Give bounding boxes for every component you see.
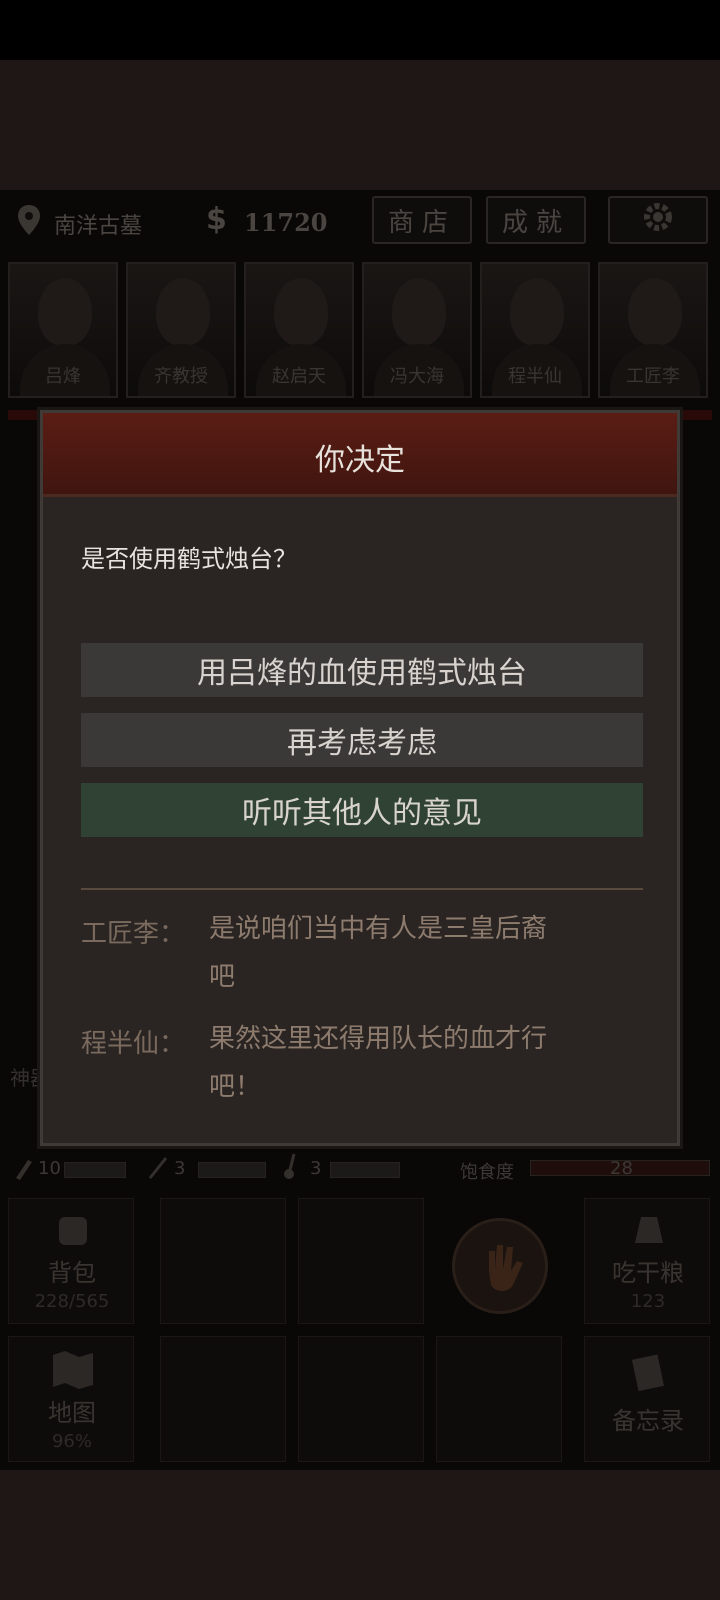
party-member-name: 齐教授 [154, 366, 208, 387]
backpack-label: 背包 [48, 1259, 96, 1287]
money-symbol: $ [206, 202, 227, 237]
map-percent: 96% [51, 1431, 92, 1452]
backpack-icon [53, 1209, 93, 1253]
dialog-title: 你决定 [315, 443, 405, 478]
party-member-name: 吕烽 [45, 366, 81, 387]
dialog-question: 是否使用鹤式烛台？ [81, 545, 297, 573]
shovel-icon [12, 1154, 34, 1184]
portrait-face [392, 278, 446, 346]
grid-slot [298, 1336, 424, 1462]
hunger-label: 饱食度 [460, 1162, 514, 1183]
shovel-bar [64, 1162, 126, 1178]
comment-speaker: 程半仙： [81, 1029, 186, 1059]
pickaxe-count: 3 [174, 1158, 186, 1179]
portrait-face [274, 278, 328, 346]
spade-icon [280, 1152, 302, 1184]
party-member-name: 赵启天 [272, 366, 326, 387]
achievement-button[interactable]: 成就 [486, 196, 586, 244]
comment-text: 是说咱们当中有人是三皇后裔 吧 [209, 905, 629, 1001]
spade-bar [330, 1162, 400, 1178]
comment-speaker: 工匠李： [81, 919, 186, 949]
party-member-name: 程半仙 [508, 366, 562, 387]
backpack-count: 228/565 [34, 1291, 110, 1312]
location-label: 南洋古墓 [54, 214, 143, 239]
eat-rations-label: 吃干粮 [612, 1259, 684, 1287]
decision-dialog: 你决定 是否使用鹤式烛台？ 用吕烽的血使用鹤式烛台 再考虑考虑 听听其他人的意见… [40, 410, 680, 1146]
backpack-button[interactable]: 背包 228/565 [8, 1198, 134, 1324]
choice-ask-others-button[interactable]: 听听其他人的意见 [81, 783, 643, 837]
map-icon [49, 1347, 97, 1395]
gear-icon [641, 200, 675, 241]
pickaxe-bar [198, 1162, 266, 1178]
rations-count: 123 [630, 1291, 666, 1312]
ration-bag-icon [629, 1209, 669, 1253]
party-member-1[interactable]: 吕烽 [8, 262, 118, 398]
interact-hand-button[interactable] [452, 1218, 548, 1314]
portrait-face [156, 278, 210, 346]
party-member-name: 冯大海 [390, 366, 444, 387]
choice-use-blood-button[interactable]: 用吕烽的血使用鹤式烛台 [81, 643, 643, 697]
portrait-face [38, 278, 92, 346]
comment-line: 是说咱们当中有人是三皇后裔 [209, 914, 548, 944]
dialog-divider [81, 888, 643, 890]
hand-icon [479, 1241, 527, 1299]
grid-slot [436, 1336, 562, 1462]
pickaxe-icon [148, 1154, 170, 1184]
shovel-count: 10 [38, 1158, 61, 1179]
status-bar-area [0, 0, 720, 60]
map-label: 地图 [48, 1399, 96, 1427]
party-member-4[interactable]: 冯大海 [362, 262, 472, 398]
eat-rations-button[interactable]: 吃干粮 123 [584, 1198, 710, 1324]
party-member-2[interactable]: 齐教授 [126, 262, 236, 398]
comment-line: 吧 [209, 962, 236, 992]
location-pin-icon [16, 204, 42, 240]
portrait-face [510, 278, 564, 346]
grid-slot [298, 1198, 424, 1324]
memo-button[interactable]: 备忘录 [584, 1336, 710, 1462]
shop-button[interactable]: 商店 [372, 196, 472, 244]
money-amount: 11720 [244, 208, 328, 237]
portrait-face [628, 278, 682, 346]
party-member-6[interactable]: 工匠李 [598, 262, 708, 398]
comment-line: 果然这里还得用队长的血才行 [209, 1024, 548, 1054]
grid-slot [160, 1198, 286, 1324]
top-band [0, 60, 720, 190]
party-member-3[interactable]: 赵启天 [244, 262, 354, 398]
map-button[interactable]: 地图 96% [8, 1336, 134, 1462]
settings-button[interactable] [608, 196, 708, 244]
choice-reconsider-button[interactable]: 再考虑考虑 [81, 713, 643, 767]
hunger-value: 28 [610, 1158, 633, 1179]
party-member-name: 工匠李 [626, 366, 680, 387]
bottom-band [0, 1470, 720, 1600]
comment-text: 果然这里还得用队长的血才行 吧！ [209, 1015, 629, 1111]
comment-line: 吧！ [209, 1072, 262, 1102]
spade-count: 3 [310, 1158, 322, 1179]
party-member-5[interactable]: 程半仙 [480, 262, 590, 398]
memo-label: 备忘录 [612, 1407, 684, 1435]
memo-icon [627, 1353, 667, 1397]
grid-slot [160, 1336, 286, 1462]
